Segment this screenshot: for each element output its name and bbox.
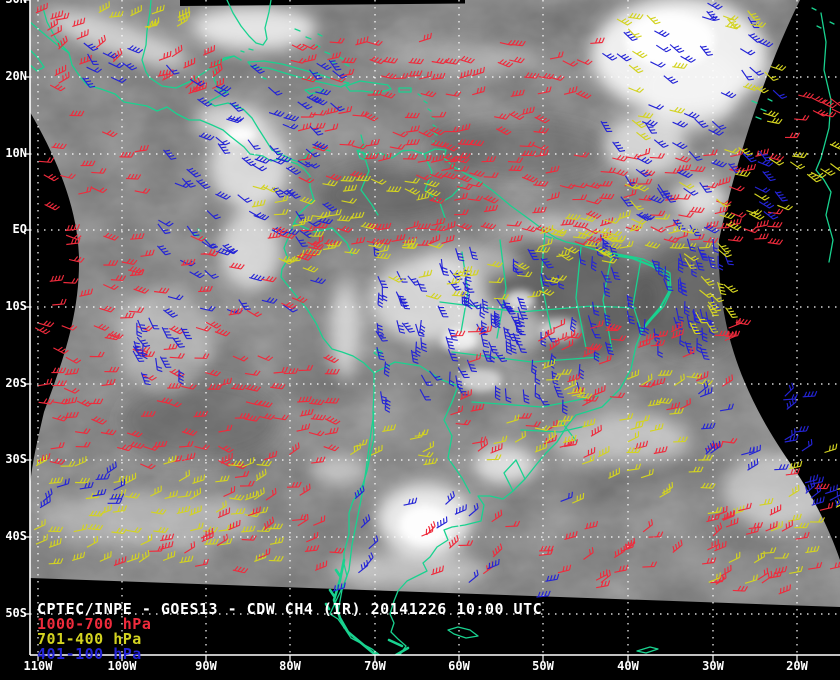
lat-label-30N: 30N: [0, 0, 27, 5]
lon-label-40W: 40W: [617, 659, 639, 673]
lon-label-110W: 110W: [23, 659, 53, 673]
lat-label-20S: 20S: [5, 376, 27, 390]
lon-label-30W: 30W: [702, 659, 724, 673]
lat-label-10N: 10N: [5, 146, 27, 160]
lon-label-100W: 100W: [107, 659, 137, 673]
lat-label-40S: 40S: [5, 529, 27, 543]
lon-label-50W: 50W: [532, 659, 554, 673]
lon-label-80W: 80W: [279, 659, 301, 673]
lat-label-30S: 30S: [5, 452, 27, 466]
lat-label-20N: 20N: [5, 69, 27, 83]
lon-label-60W: 60W: [448, 659, 470, 673]
satellite-wind-map: CPTEC/INPE - GOES13 - CDW CH4 (IR) 20141…: [0, 0, 840, 680]
lat-label-50S: 50S: [5, 606, 27, 620]
lat-label-EQ: EQ: [12, 222, 27, 236]
lat-label-10S: 10S: [5, 299, 27, 313]
lon-label-70W: 70W: [364, 659, 386, 673]
lon-label-20W: 20W: [786, 659, 808, 673]
map-canvas: [24, 0, 840, 661]
lon-label-90W: 90W: [195, 659, 217, 673]
